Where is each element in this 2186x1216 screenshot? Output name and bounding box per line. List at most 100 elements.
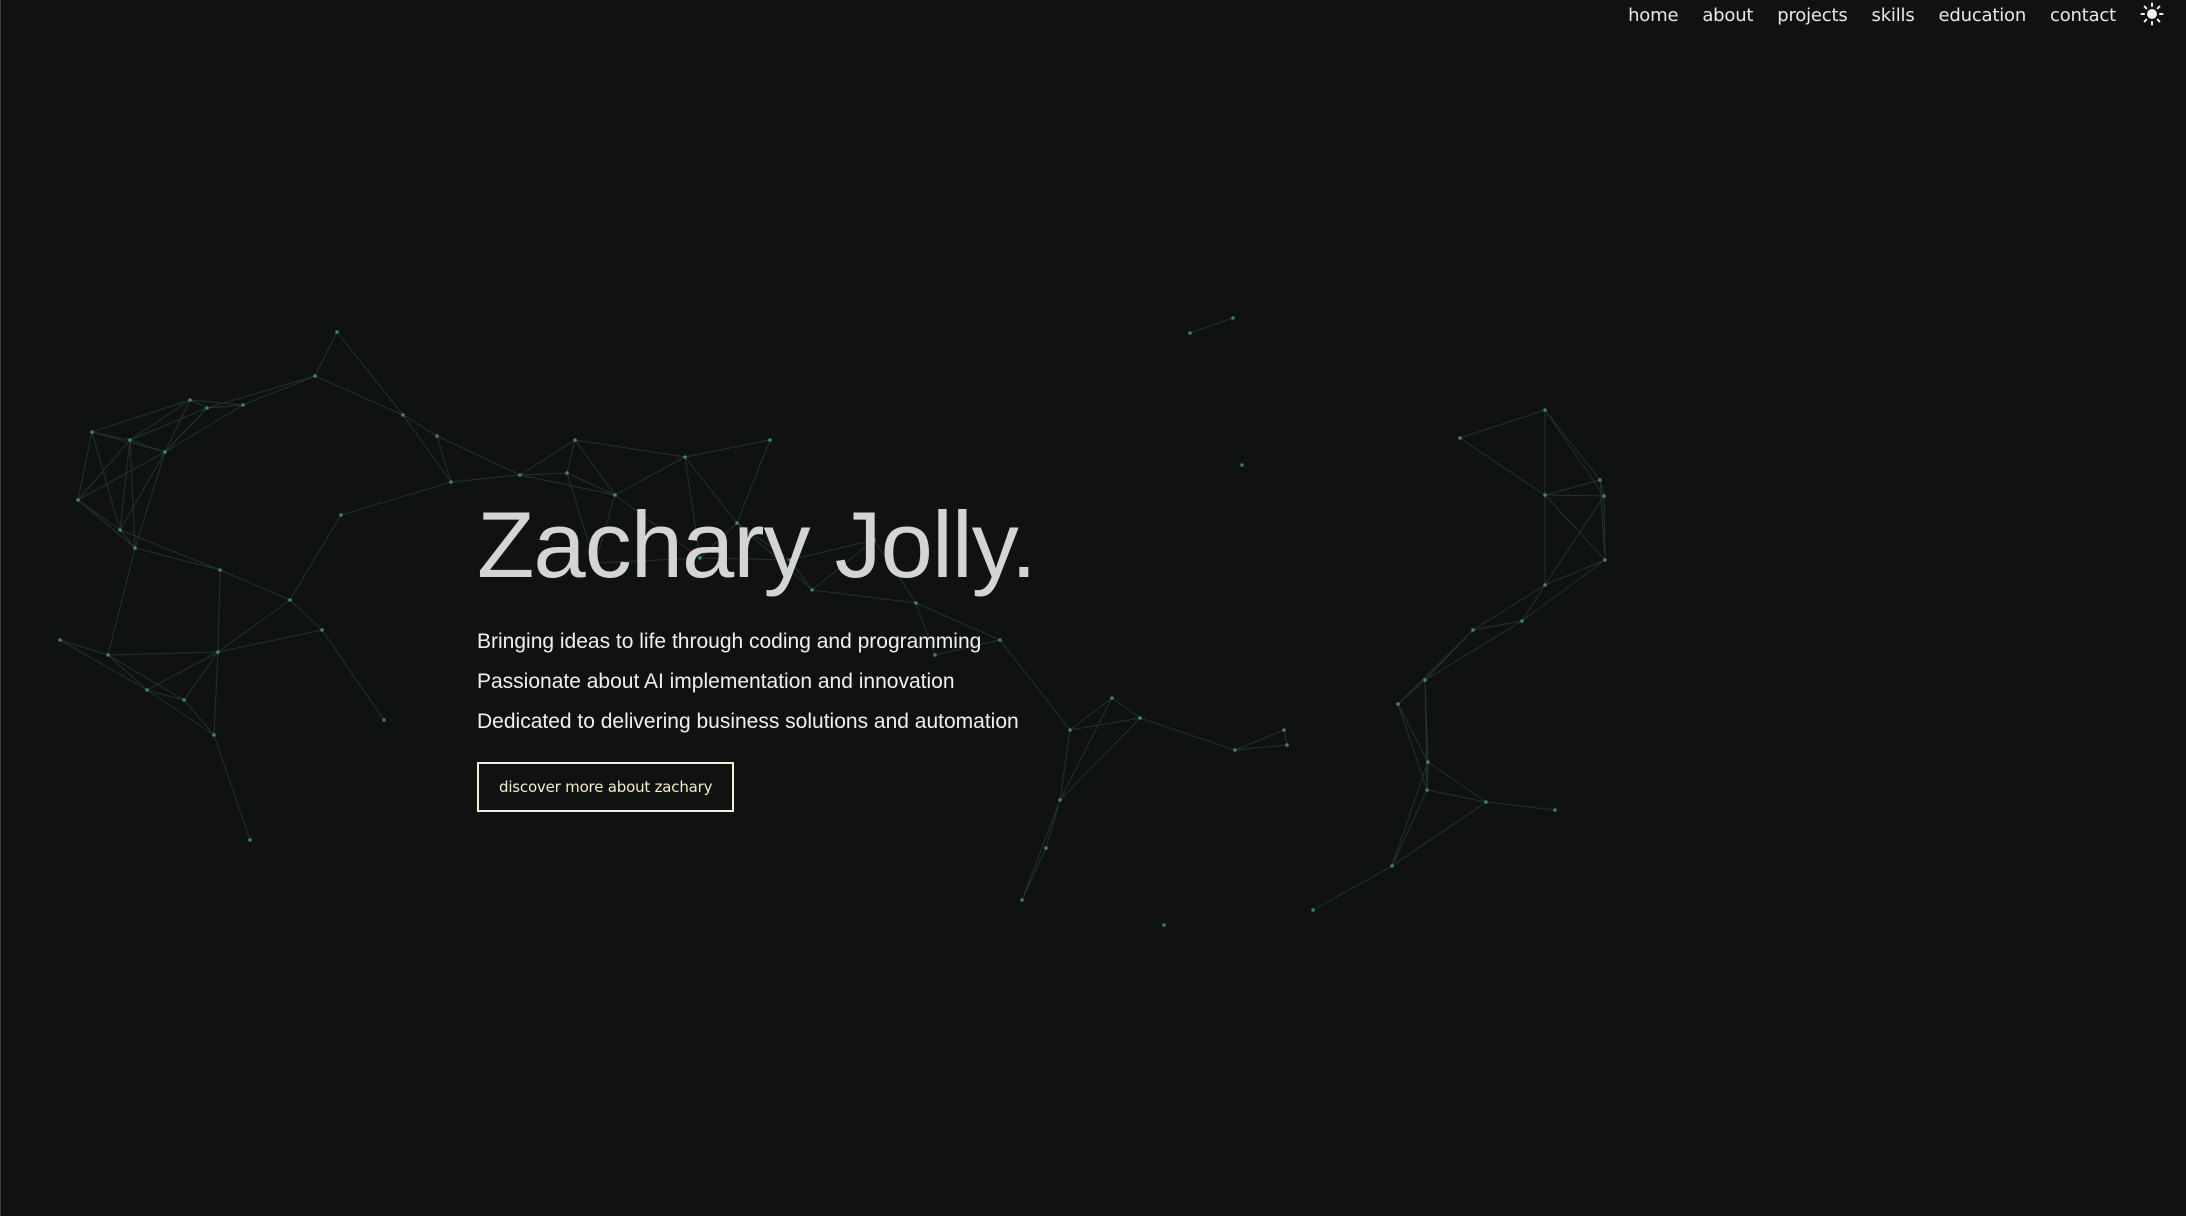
network-node [1458,436,1462,440]
network-node [1602,494,1606,498]
network-link [59,639,148,691]
nav-link-contact[interactable]: contact [2050,5,2116,26]
network-node [1543,408,1547,412]
network-link [402,414,452,483]
hero-taglines: Bringing ideas to life through coding an… [477,622,1377,742]
network-link [314,331,338,377]
network-node [182,698,186,702]
network-node [212,733,216,737]
network-node [288,598,292,602]
page: home about projects skills education con… [0,0,2186,1216]
network-node [518,473,522,477]
network-node [1471,628,1475,632]
nav-link-skills[interactable]: skills [1872,5,1915,26]
network-node [320,628,324,632]
network-node [76,498,80,502]
network-link [1485,801,1556,811]
hero-title: Zachary Jolly. [477,492,1037,597]
network-link [77,499,121,531]
network-link [146,651,219,691]
network-link [77,499,136,549]
network-node [188,398,192,402]
network-link [59,639,109,656]
nav-link-education[interactable]: education [1939,5,2027,26]
network-node [58,638,62,642]
network-link [1459,437,1546,496]
network-node [683,455,687,459]
discover-more-button[interactable]: discover more about zachary [477,762,735,812]
network-link [1397,703,1429,763]
network-link [684,439,771,458]
network-link [566,439,576,474]
network-link [1544,409,1605,497]
network-node [1188,331,1192,335]
network-link [107,654,185,701]
network-link [206,375,316,409]
network-link [1521,559,1606,622]
network-link [436,435,452,483]
network-link [219,569,291,601]
network-link [450,474,521,483]
network-node [1520,619,1524,623]
network-link [107,654,148,691]
network-link [129,439,166,453]
network-node [1396,702,1400,706]
network-node [1020,898,1024,902]
network-link [402,414,438,437]
hero-section: Zachary Jolly. Bringing ideas to life th… [477,488,1377,812]
network-node [1044,846,1048,850]
network-node [1484,800,1488,804]
network-node [1426,760,1430,764]
network-link [574,439,686,458]
network-link [91,399,191,433]
network-link [77,439,131,501]
network-link [77,431,93,501]
network-link [519,472,568,476]
network-node [435,434,439,438]
network-link [119,451,166,531]
network-link [519,439,576,476]
network-node [1390,864,1394,868]
network-node [573,438,577,442]
network-node [1240,463,1244,467]
nav-link-about[interactable]: about [1702,5,1753,26]
network-link [1544,494,1605,497]
nav-link-projects[interactable]: projects [1777,5,1847,26]
network-node [1231,316,1235,320]
network-node [241,403,245,407]
network-link [289,599,323,631]
network-link [1544,494,1606,561]
network-link [1459,409,1546,439]
network-link [1391,801,1487,867]
sun-icon [2140,2,2164,26]
network-link [129,407,208,441]
network-link [1021,847,1047,901]
network-node [1543,493,1547,497]
network-node [449,480,453,484]
network-link [146,689,185,701]
network-node [1598,478,1602,482]
network-node [218,568,222,572]
network-link [1312,865,1393,911]
network-link [213,734,251,841]
network-link [183,651,219,701]
network-link [289,514,342,601]
top-navigation: home about projects skills education con… [1628,0,2116,30]
network-node [128,438,132,442]
theme-toggle-button[interactable] [2140,2,2164,26]
network-node [339,513,343,517]
network-link [129,399,191,441]
network-node [1425,788,1429,792]
network-link [107,651,219,656]
network-node [1543,583,1547,587]
nav-link-home[interactable]: home [1628,5,1678,26]
network-link [340,481,452,516]
network-node [118,528,122,532]
hero-tagline-coding: Bringing ideas to life through coding an… [477,630,982,653]
network-node [90,430,94,434]
network-node [1603,558,1607,562]
network-link [217,569,221,653]
network-link [1391,761,1429,867]
network-link [1521,584,1546,622]
network-link [1189,317,1234,334]
